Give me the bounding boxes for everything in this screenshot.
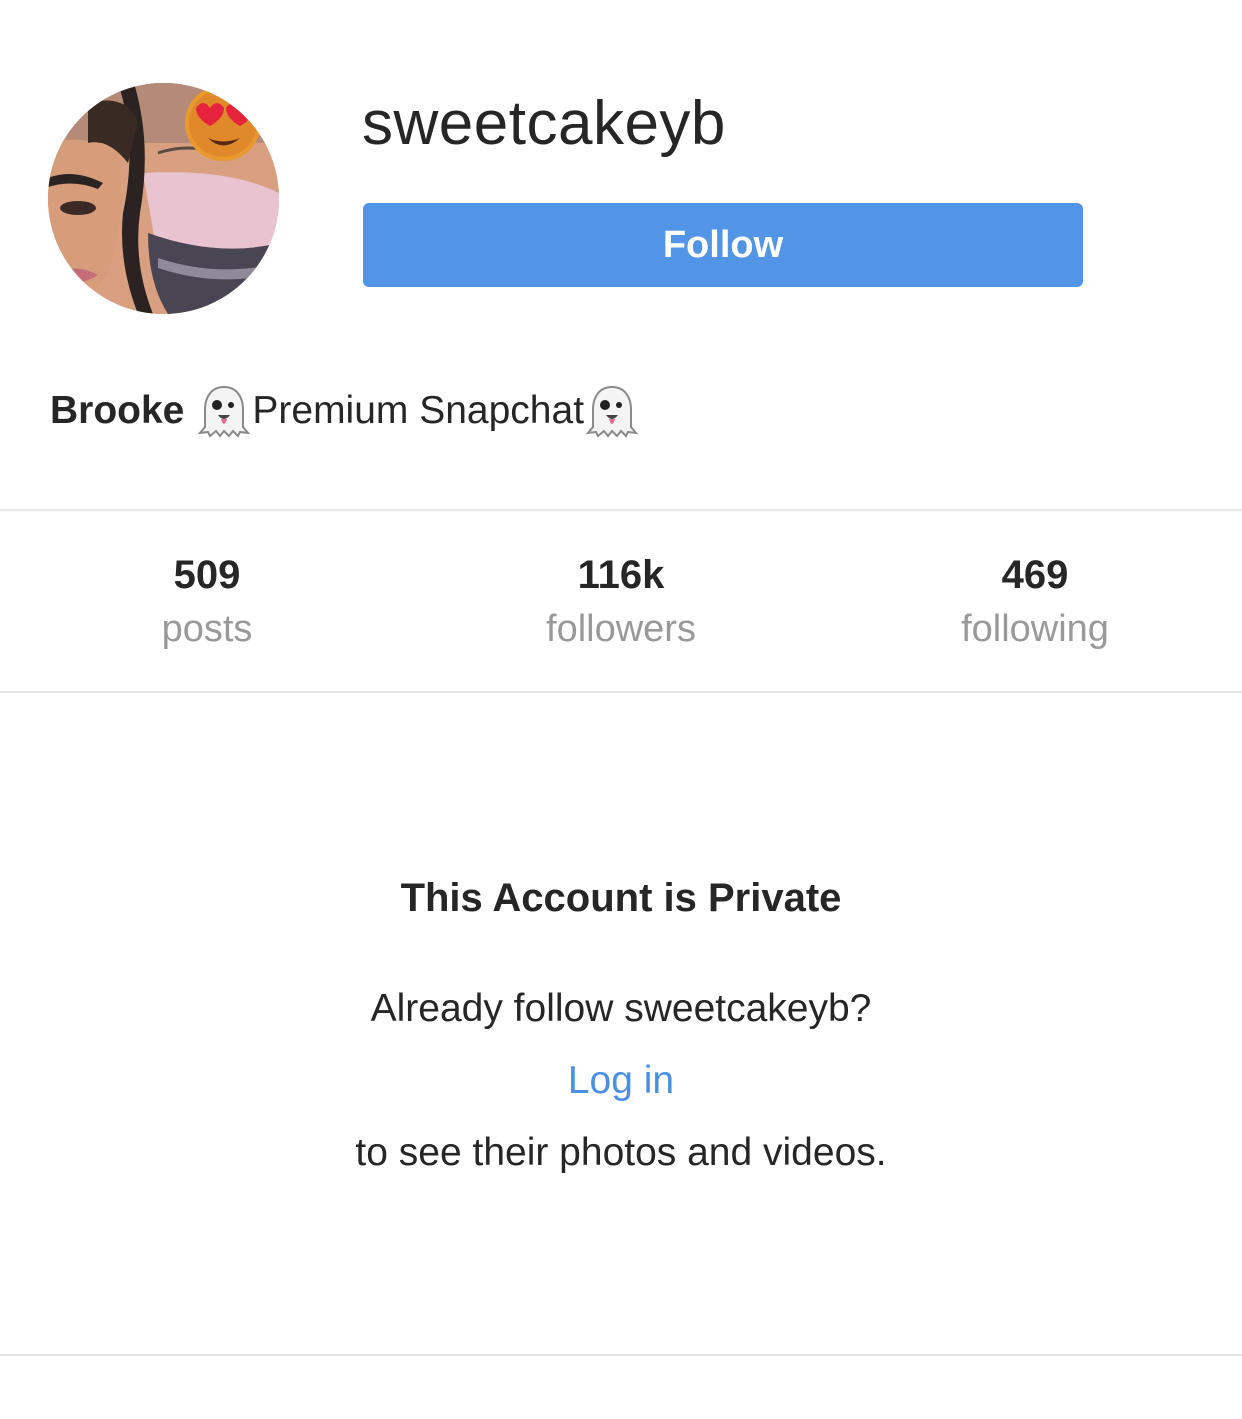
- stat-following[interactable]: 469 following: [828, 511, 1242, 691]
- posts-count: 509: [173, 553, 241, 597]
- ghost-emoji-icon: [584, 383, 640, 439]
- already-follow-text: Already follow sweetcakeyb?: [370, 987, 872, 1030]
- stat-followers[interactable]: 116k followers: [414, 511, 828, 691]
- see-photos-text: to see their photos and videos.: [355, 1131, 887, 1174]
- stats-bar: 509 posts 116k followers 469 following: [0, 511, 1242, 691]
- ghost-emoji-icon: [196, 383, 252, 439]
- followers-label: followers: [546, 608, 696, 650]
- following-label: following: [961, 608, 1109, 650]
- bio: Brooke Premium Snapchat: [50, 383, 640, 439]
- stat-posts: 509 posts: [0, 511, 414, 691]
- followers-count: 116k: [577, 553, 665, 597]
- username: sweetcakeyb: [362, 89, 726, 158]
- divider: [0, 691, 1242, 693]
- posts-label: posts: [161, 608, 253, 650]
- bio-name: Brooke: [50, 389, 185, 432]
- profile-page: sweetcakeyb Follow Brooke Premium Snapch…: [0, 0, 1242, 1419]
- private-account-notice: This Account is Private Already follow s…: [0, 870, 1242, 1181]
- follow-button[interactable]: Follow: [363, 203, 1083, 287]
- private-title: This Account is Private: [400, 876, 842, 920]
- login-link[interactable]: Log in: [568, 1053, 674, 1109]
- following-count: 469: [1001, 553, 1069, 597]
- profile-photo: [48, 83, 279, 314]
- divider: [0, 1354, 1242, 1356]
- bio-text: Premium Snapchat: [252, 389, 585, 432]
- avatar[interactable]: [48, 83, 279, 314]
